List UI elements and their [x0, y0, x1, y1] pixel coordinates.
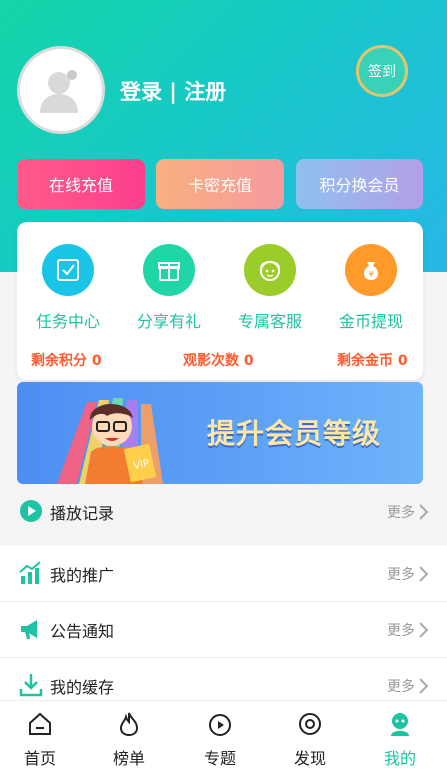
feature-label: 专属客服 — [237, 312, 302, 331]
tab-profile[interactable]: 我的 — [370, 711, 430, 769]
more-link[interactable]: 更多 — [387, 676, 415, 696]
coin-bag-icon: ¥ — [345, 244, 397, 296]
vip-illustration: VIP — [57, 398, 163, 484]
tab-label: 榜单 — [112, 749, 145, 768]
chevron-right-icon — [419, 622, 429, 638]
flame-icon — [119, 712, 139, 737]
download-icon — [19, 674, 43, 697]
more-link[interactable]: 更多 — [387, 564, 415, 584]
row-label: 播放记录 — [50, 504, 115, 523]
more-link[interactable]: 更多 — [387, 620, 415, 640]
signin-button[interactable]: 签到 — [356, 45, 408, 97]
card-recharge-button[interactable]: 卡密充值 — [156, 159, 284, 209]
more-link[interactable]: 更多 — [387, 502, 415, 522]
vip-upgrade-banner[interactable]: VIP 提升会员等级 — [17, 382, 423, 484]
banner-title: 提升会员等级 — [207, 417, 382, 450]
remaining-coins: 剩余金币 0 — [337, 353, 408, 369]
task-icon — [42, 244, 94, 296]
tab-label: 发现 — [293, 749, 326, 768]
chevron-right-icon — [419, 566, 429, 582]
feature-task-center[interactable]: 任务中心 — [18, 244, 118, 332]
tab-label: 首页 — [23, 749, 56, 768]
feature-share-gift[interactable]: 分享有礼 — [119, 244, 219, 332]
features-card: 任务中心 分享有礼 专属客服 ¥ 金币提现 剩余积分 0 观影次数 0 剩余金币… — [17, 222, 423, 380]
view-count: 观影次数 0 — [183, 353, 254, 369]
feature-coin-withdraw[interactable]: ¥ 金币提现 — [321, 244, 421, 332]
gift-icon — [143, 244, 195, 296]
chevron-right-icon — [419, 504, 429, 520]
feature-label: 金币提现 — [338, 312, 403, 331]
tab-ranking[interactable]: 榜单 — [99, 711, 159, 769]
points-exchange-button[interactable]: 积分换会员 — [296, 159, 423, 209]
tab-discover[interactable]: 发现 — [280, 711, 340, 769]
topic-icon — [209, 714, 231, 736]
tab-label: 我的 — [383, 749, 416, 768]
service-icon — [244, 244, 296, 296]
row-label: 我的缓存 — [50, 678, 115, 697]
play-history-row[interactable]: 播放记录 更多 — [0, 484, 447, 540]
profile-icon — [391, 713, 409, 736]
discover-icon — [299, 713, 321, 735]
tab-home[interactable]: 首页 — [10, 711, 70, 769]
promotion-row[interactable]: 我的推广 更多 — [0, 546, 447, 602]
feature-label: 分享有礼 — [136, 312, 201, 331]
row-label: 公告通知 — [50, 622, 115, 641]
announcement-row[interactable]: 公告通知 更多 — [0, 602, 447, 658]
play-icon — [20, 500, 42, 522]
login-register-link[interactable]: 登录 | 注册 — [120, 76, 226, 106]
row-label: 我的推广 — [50, 566, 115, 585]
chart-up-icon — [19, 561, 41, 584]
remaining-points: 剩余积分 0 — [31, 353, 102, 369]
online-recharge-button[interactable]: 在线充值 — [17, 159, 145, 209]
svg-text:¥: ¥ — [368, 270, 373, 279]
feature-customer-service[interactable]: 专属客服 — [220, 244, 320, 332]
megaphone-icon — [21, 620, 37, 639]
tab-topic[interactable]: 专题 — [190, 711, 250, 769]
avatar[interactable] — [17, 46, 105, 134]
chevron-right-icon — [419, 678, 429, 694]
bottom-tab-bar: 首页 榜单 专题 发现 我的 — [0, 700, 447, 770]
tab-label: 专题 — [203, 749, 236, 768]
feature-label: 任务中心 — [35, 312, 100, 331]
home-icon — [29, 712, 51, 735]
default-avatar-icon — [40, 70, 78, 113]
